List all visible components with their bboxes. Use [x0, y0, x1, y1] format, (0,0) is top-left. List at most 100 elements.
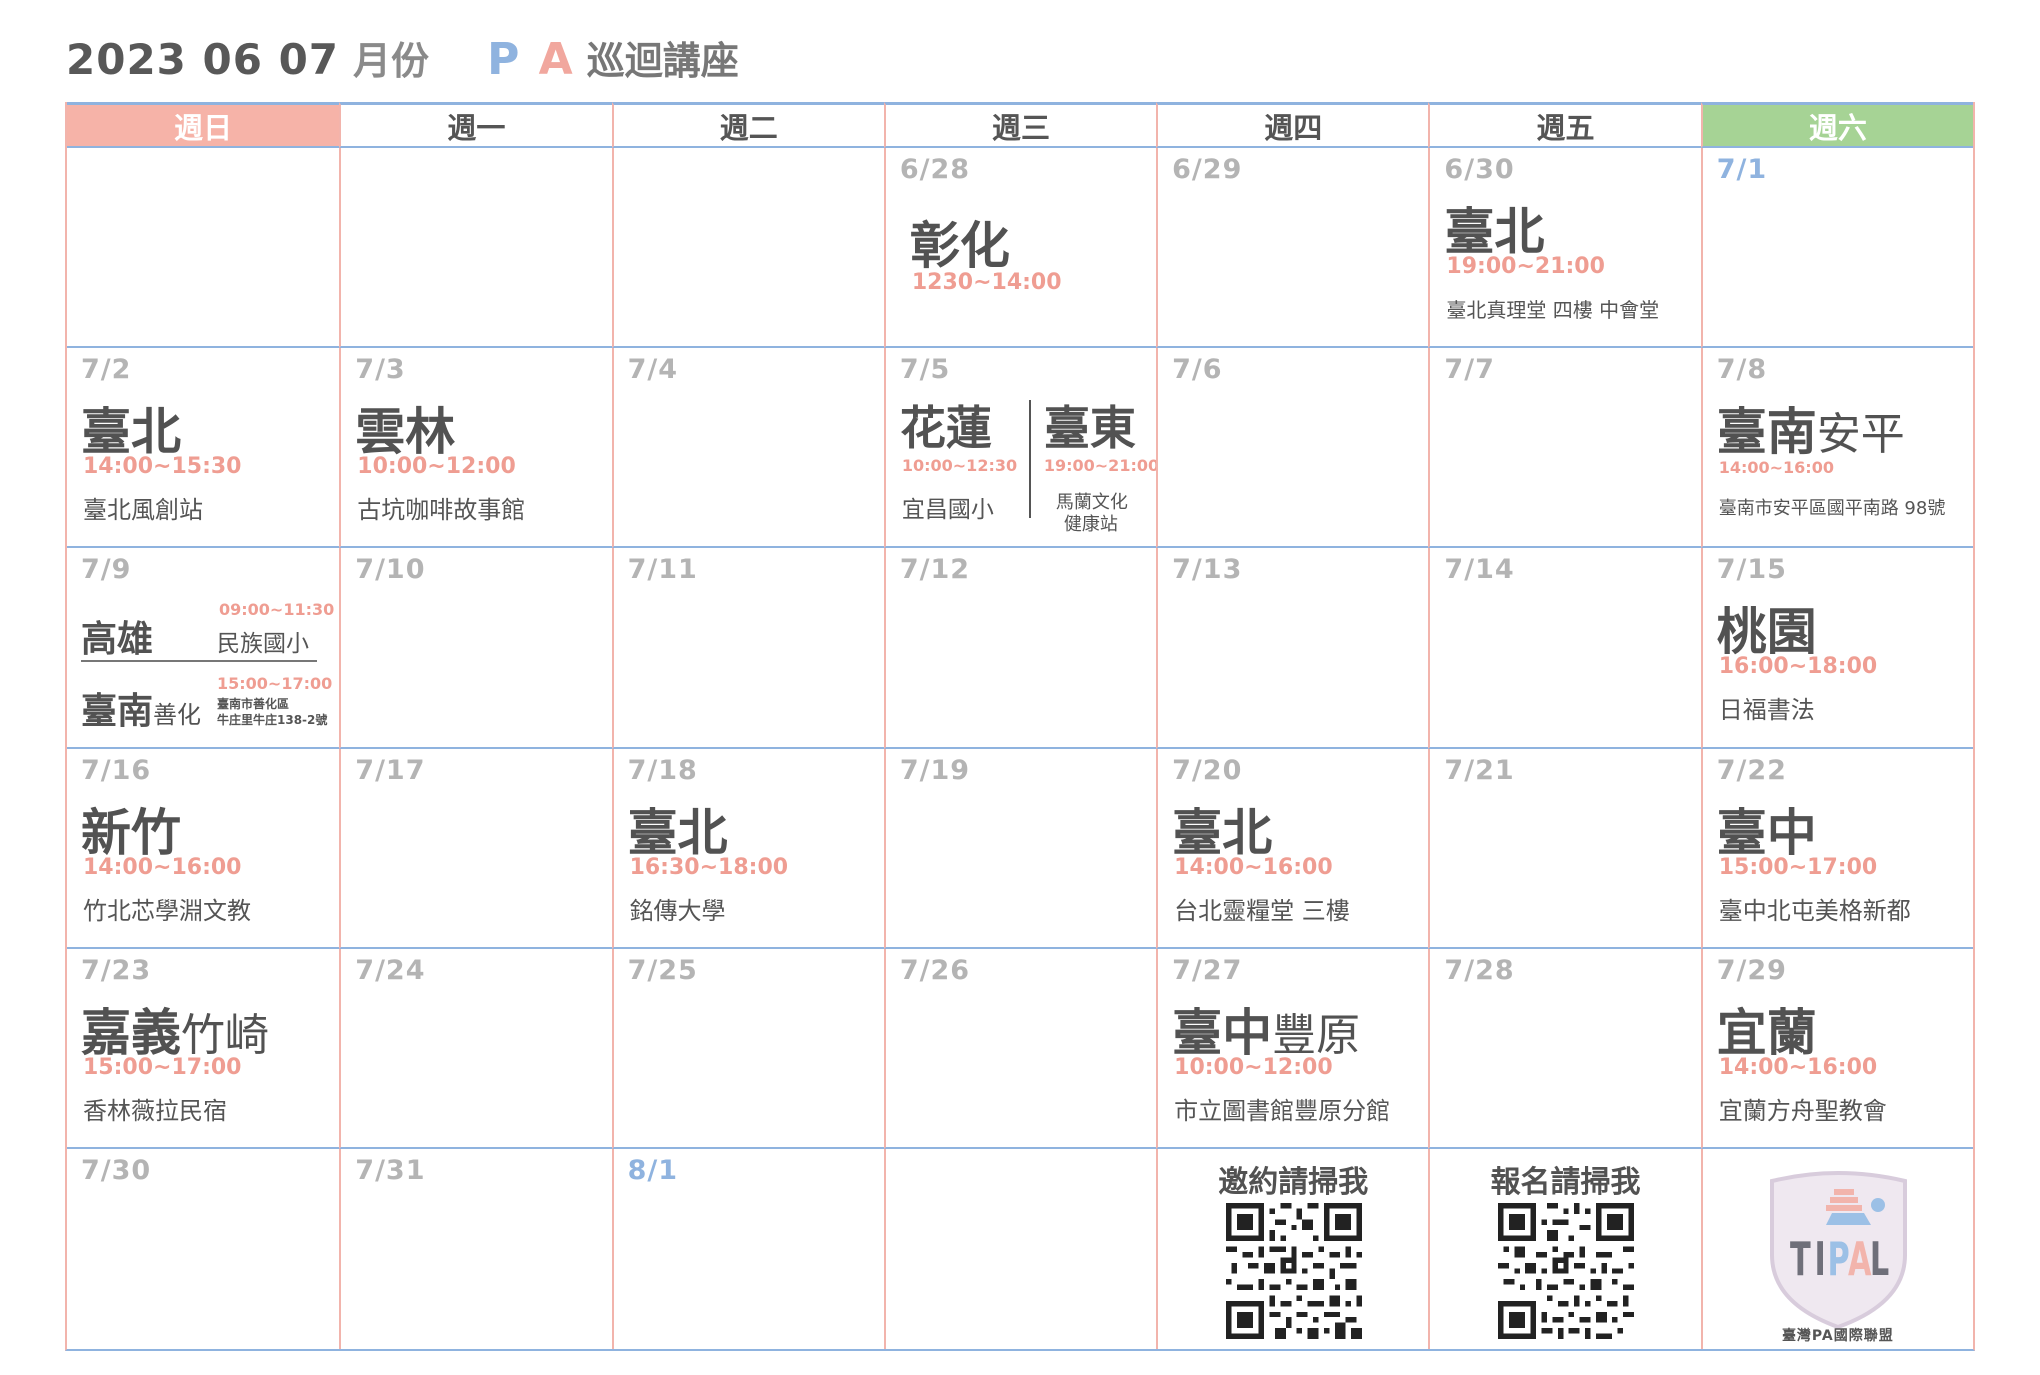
- date-label: 7/21: [1444, 754, 1515, 786]
- calendar-grid: 週日 週一 週二 週三 週四 週五 週六 6/28 彰化 1230~14:00 …: [65, 102, 1975, 1351]
- day-cell-7-14: 7/14: [1428, 548, 1701, 749]
- title-brand: P A: [487, 34, 575, 85]
- date-label: 7/11: [627, 554, 698, 586]
- event-time: 15:00~17:00: [83, 1054, 242, 1080]
- event-venue: 竹北芯學淵文教: [83, 896, 251, 925]
- brand-p: P: [487, 34, 522, 85]
- event-city-sub: 善化: [153, 701, 202, 730]
- event-time: 10:00~12:00: [1174, 1054, 1333, 1080]
- event-time: 09:00~11:30: [219, 600, 335, 620]
- event-divider: [1028, 400, 1031, 519]
- day-cell-7-27[interactable]: 7/27 臺中豐原 10:00~12:00 市立圖書館豐原分館: [1156, 948, 1429, 1149]
- logo-letter-l: L: [1870, 1234, 1889, 1287]
- weekday-monday: 週一: [339, 102, 612, 148]
- day-cell-8-1: 8/1: [611, 1148, 884, 1349]
- event-venue: 臺南市安平區國平南路 98號: [1718, 498, 1946, 520]
- day-cell-7-29[interactable]: 7/29 宜蘭 14:00~16:00 宜蘭方舟聖教會: [1700, 948, 1973, 1149]
- event-time: 14:00~16:00: [1174, 854, 1333, 880]
- org-name: 臺灣PA國際聯盟: [1781, 1327, 1894, 1344]
- date-label: 7/12: [899, 554, 971, 586]
- weekday-tuesday: 週二: [611, 102, 884, 148]
- date-label: 7/30: [81, 1154, 152, 1186]
- event-time: 1230~14:00: [911, 270, 1062, 295]
- day-cell-7-22[interactable]: 7/22 臺中 15:00~17:00 臺中北屯美格新都: [1700, 748, 1973, 949]
- date-label: 7/17: [355, 754, 426, 786]
- day-cell-7-3[interactable]: 7/3 雲林 10:00~12:00 古坑咖啡故事館: [339, 348, 612, 549]
- date-label: 7/10: [355, 554, 426, 586]
- day-cell-7-9[interactable]: 7/9 高雄 09:00~11:30 民族國小 臺南善化 15:00~17:00…: [67, 548, 340, 749]
- weekday-sunday: 週日: [67, 102, 340, 148]
- weekday-wednesday: 週三: [883, 102, 1157, 148]
- day-cell-7-31: 7/31: [339, 1148, 611, 1349]
- day-cell-7-4: 7/4: [611, 348, 884, 549]
- logo-letter-i: I: [1814, 1234, 1825, 1287]
- date-label: 7/20: [1172, 754, 1243, 786]
- day-cell-6-28[interactable]: 6/28 彰化 1230~14:00: [883, 148, 1157, 349]
- tipal-logo-icon: T I P A L: [1769, 1170, 1907, 1329]
- event-time: 16:30~18:00: [629, 854, 789, 880]
- day-cell-empty: [67, 148, 340, 349]
- qr-register-label: 報名請掃我: [1490, 1164, 1641, 1200]
- event-time: 15:00~17:00: [217, 674, 333, 694]
- event-venue: 古坑咖啡故事館: [357, 496, 526, 525]
- event-venue: 宜昌國小: [901, 497, 994, 524]
- date-label: 6/30: [1444, 154, 1515, 185]
- date-label: 7/28: [1444, 954, 1515, 986]
- day-cell-7-18[interactable]: 7/18 臺北 16:30~18:00 銘傳大學: [611, 748, 884, 949]
- day-cell-empty: [339, 148, 612, 349]
- event-time: 14:00~16:00: [83, 854, 242, 880]
- brand-a: A: [538, 34, 575, 85]
- event-venue: 市立圖書館豐原分館: [1174, 1096, 1391, 1125]
- event-city: 臺南安平: [1717, 392, 1905, 464]
- event-venue: 宜蘭方舟聖教會: [1718, 1096, 1887, 1125]
- event-city-sub: 豐原: [1272, 1009, 1361, 1061]
- date-label: 7/31: [355, 1154, 426, 1186]
- day-cell-6-29: 6/29: [1156, 148, 1429, 349]
- qr-register-cell[interactable]: 報名請掃我: [1428, 1148, 1700, 1349]
- event-city-sub: 安平: [1816, 409, 1905, 461]
- title-name: 巡迴講座: [586, 39, 739, 83]
- event-time: 19:00~21:00: [1446, 254, 1605, 279]
- qr-code-register[interactable]: [1498, 1202, 1635, 1339]
- event-time: 14:00~16:00: [1718, 1054, 1878, 1080]
- date-label: 7/22: [1716, 754, 1787, 786]
- event-venue: 台北靈糧堂 三樓: [1174, 896, 1350, 925]
- day-cell-7-8[interactable]: 7/8 臺南安平 14:00~16:00 臺南市安平區國平南路 98號: [1700, 348, 1973, 549]
- day-cell-7-13: 7/13: [1156, 548, 1429, 749]
- event-time: 10:00~12:30: [901, 456, 1018, 476]
- event-time: 16:00~18:00: [1718, 654, 1878, 680]
- event-city: 花蓮: [899, 401, 992, 456]
- date-label: 7/13: [1172, 554, 1243, 586]
- weekday-thursday: 週四: [1156, 102, 1429, 148]
- logo-letter-p: P: [1827, 1234, 1849, 1287]
- day-cell-7-30: 7/30: [67, 1149, 339, 1349]
- event-time: 10:00~12:00: [357, 454, 516, 480]
- event-city: 臺東: [1043, 401, 1136, 456]
- logo-letter-t: T: [1790, 1234, 1811, 1287]
- day-cell-7-6: 7/6: [1156, 348, 1429, 549]
- day-cell-7-2[interactable]: 7/2 臺北 14:00~15:30 臺北風創站: [67, 348, 340, 549]
- title-date: 2023 06 07: [66, 35, 340, 84]
- date-label: 7/4: [627, 354, 678, 386]
- event-venue-line1: 臺南市善化區: [217, 697, 290, 712]
- day-cell-7-15[interactable]: 7/15 桃園 16:00~18:00 日福書法: [1700, 548, 1973, 749]
- event-venue: 民族國小: [217, 631, 309, 658]
- day-cell-7-5[interactable]: 7/5 花蓮 10:00~12:30 宜昌國小 臺東 19:00~21:00 馬…: [883, 348, 1157, 549]
- day-cell-6-30[interactable]: 6/30 臺北 19:00~21:00 臺北真理堂 四樓 中會堂: [1428, 148, 1701, 349]
- date-label: 7/25: [627, 954, 698, 986]
- day-cell-7-20[interactable]: 7/20 臺北 14:00~16:00 台北靈糧堂 三樓: [1156, 748, 1429, 949]
- date-label: 7/24: [355, 954, 426, 986]
- date-label: 7/8: [1716, 354, 1768, 386]
- day-cell-7-23[interactable]: 7/23 嘉義竹崎 15:00~17:00 香林薇拉民宿: [67, 949, 340, 1149]
- qr-code-invite[interactable]: [1226, 1202, 1363, 1339]
- event-city: 彰化: [909, 217, 1010, 275]
- event-separator: [81, 660, 318, 663]
- event-city-sub: 竹崎: [181, 1009, 269, 1061]
- date-label: 7/2: [81, 354, 132, 386]
- event-city: 臺南善化: [81, 682, 201, 734]
- day-cell-7-16[interactable]: 7/16 新竹 14:00~16:00 竹北芯學淵文教: [67, 749, 340, 949]
- date-label: 7/29: [1716, 954, 1787, 986]
- qr-invite-cell[interactable]: 邀約請掃我: [1156, 1148, 1428, 1349]
- date-label: 7/23: [81, 954, 152, 986]
- event-venue-line2: 牛庄里牛庄138-2號: [217, 713, 328, 728]
